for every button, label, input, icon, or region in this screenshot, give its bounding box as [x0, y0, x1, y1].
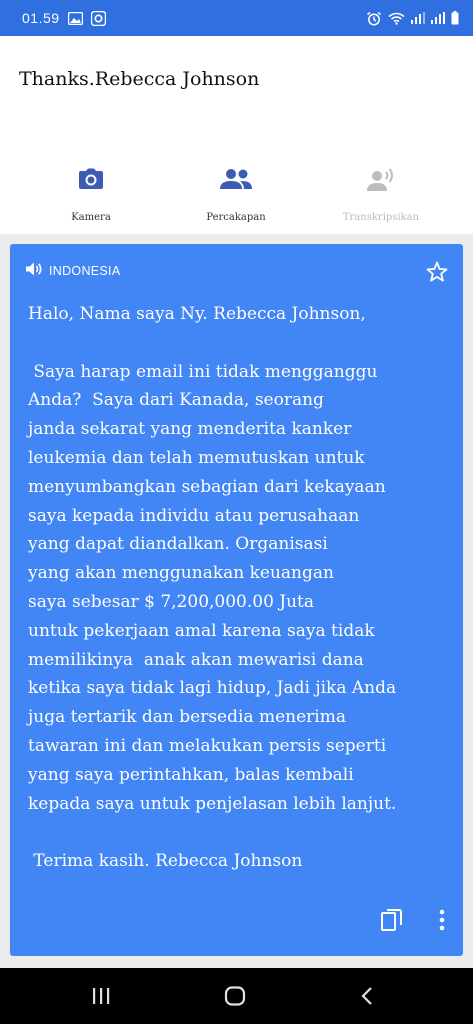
card-actions — [381, 908, 445, 936]
signal-icon — [411, 12, 425, 24]
translated-text: Halo, Nama saya Ny. Rebecca Johnson, Say… — [28, 304, 397, 872]
image-icon — [67, 11, 83, 25]
transcribe-icon — [366, 164, 396, 194]
source-text[interactable]: Thanks.Rebecca Johnson — [19, 68, 259, 90]
recent-apps-icon[interactable] — [86, 984, 116, 1008]
speaker-icon[interactable] — [26, 262, 43, 279]
people-icon — [220, 164, 252, 194]
tab-camera-label: Kamera — [71, 212, 111, 223]
system-navigation-bar — [0, 968, 473, 1024]
camera-icon — [78, 164, 104, 194]
status-left: 01.59 — [22, 10, 106, 26]
more-options-icon[interactable] — [439, 909, 445, 935]
status-time: 01.59 — [22, 10, 60, 26]
tab-transcribe-label: Transkripsikan — [342, 212, 420, 223]
tab-camera[interactable]: Kamera — [16, 164, 166, 228]
tab-transcribe[interactable]: Transkripsikan — [306, 164, 456, 228]
app-notification-icon — [90, 10, 106, 26]
star-icon[interactable] — [425, 260, 449, 288]
copy-icon[interactable] — [381, 908, 403, 936]
signal-icon-2 — [431, 12, 445, 24]
battery-icon — [451, 11, 459, 25]
tab-conversation[interactable]: Percakapan — [161, 164, 311, 228]
source-text-area[interactable]: Thanks.Rebecca Johnson — [0, 36, 473, 148]
home-icon[interactable] — [220, 984, 250, 1008]
tab-conversation-label: Percakapan — [206, 212, 266, 223]
status-right — [366, 11, 459, 26]
target-language-row[interactable]: INDONESIA — [26, 262, 120, 279]
target-language-label: INDONESIA — [49, 263, 121, 278]
wifi-icon — [388, 12, 405, 25]
translation-card: INDONESIA Halo, Nama saya Ny. Rebecca Jo… — [10, 244, 463, 956]
status-bar: 01.59 — [0, 0, 473, 36]
back-icon[interactable] — [352, 984, 382, 1008]
alarm-icon — [366, 11, 382, 26]
mode-tabs: Kamera Percakapan Transkripsikan — [0, 148, 473, 234]
